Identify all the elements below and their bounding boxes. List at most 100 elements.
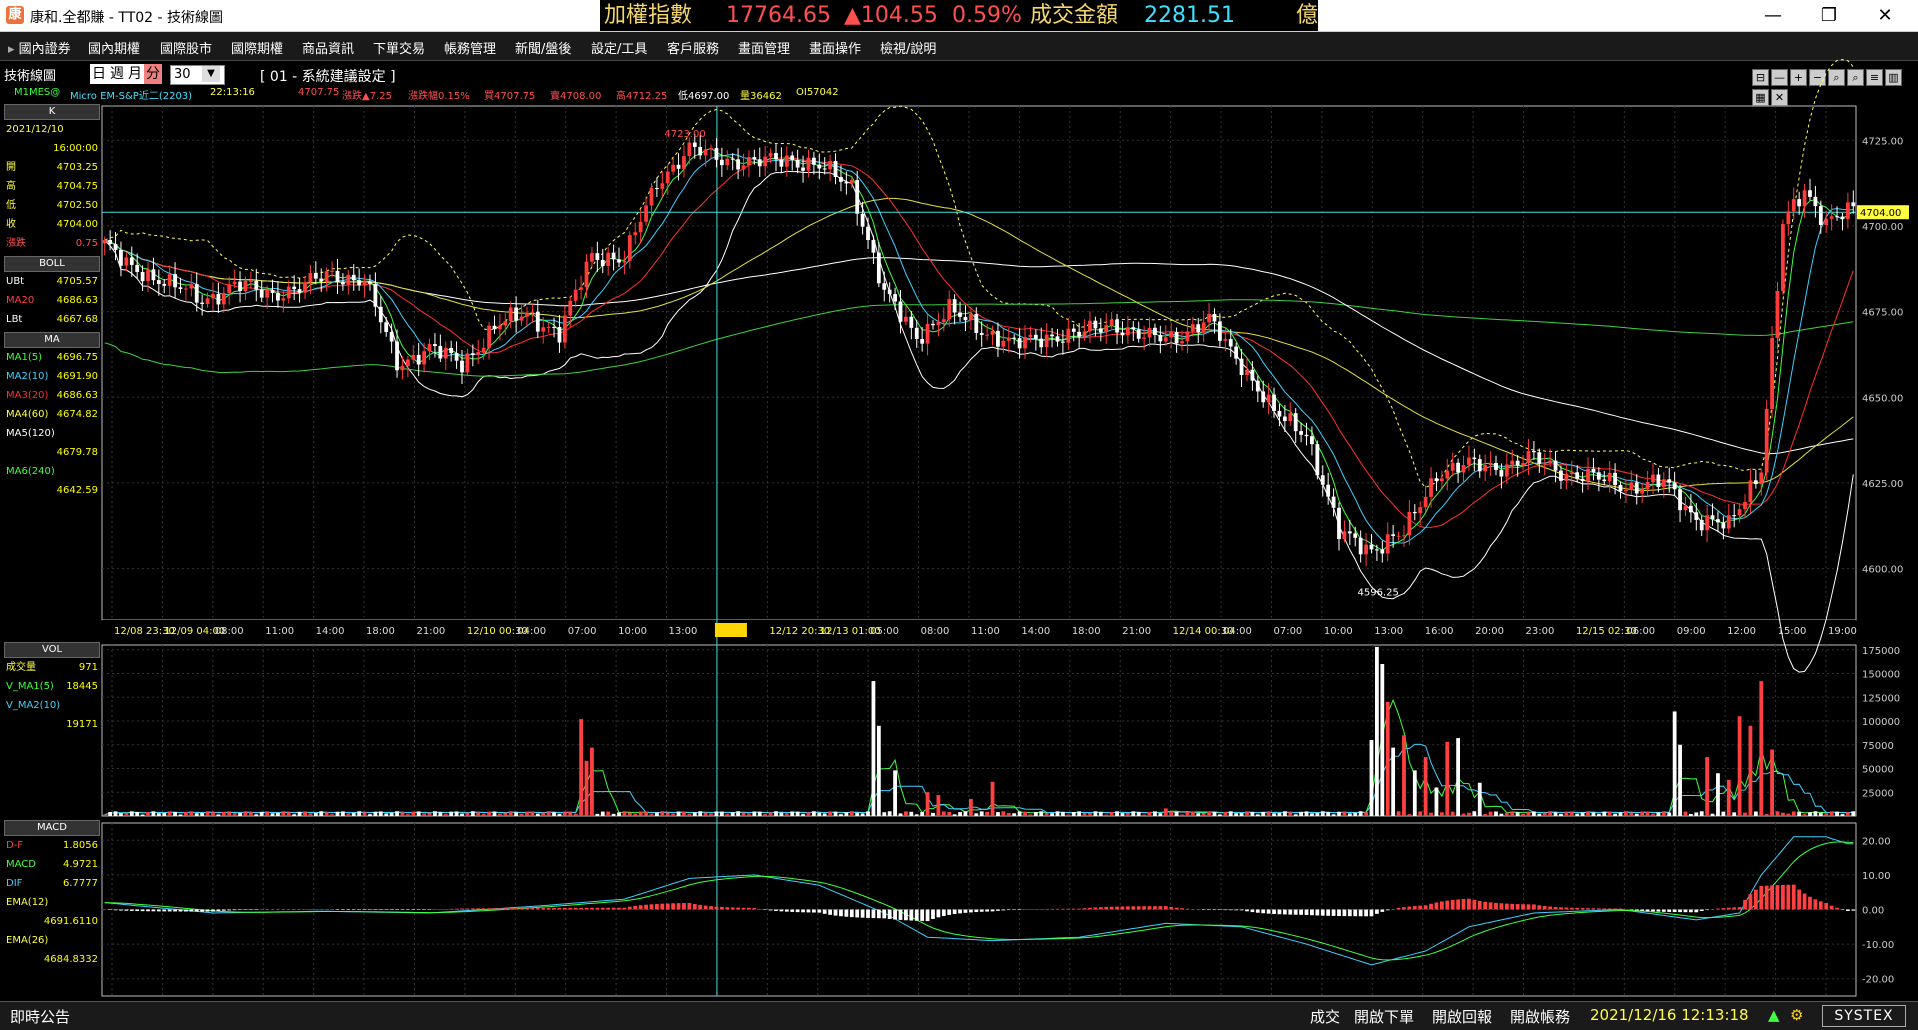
volume-bar [108,811,113,816]
macd-hist-bar [1028,909,1033,910]
volume-bar [644,811,648,816]
volume-bar [1125,813,1130,816]
macd-hist-bar [281,909,286,910]
macd-hist-bar [254,909,259,910]
macd-hist-bar [319,909,324,910]
candle-body [1266,394,1271,403]
candle-body [860,213,865,227]
candle-body [925,323,930,344]
volume-bar [227,811,232,816]
volume-bar [1602,811,1607,816]
macd-hist-bar [1829,905,1834,910]
candle-body [1851,202,1856,207]
volume-bar [492,811,497,816]
volume-bar [1672,711,1677,816]
macd-hist-bar [405,909,410,910]
candle-body [1282,416,1287,422]
macd-hist-bar [774,909,778,911]
candle-body [1012,337,1017,339]
volume-bar [460,813,464,816]
volume-bar [1185,811,1190,816]
volume-bar [178,814,183,816]
candle-body [1147,327,1152,338]
macd-hist-bar [1753,889,1758,910]
candle-body [1515,460,1520,466]
volume-bar [1153,811,1157,816]
volume-bar [346,813,351,816]
macd-hist-bar [1180,908,1184,910]
volume-bar [1445,741,1450,816]
volume-bar [774,811,778,816]
macd-hist-bar [1163,906,1168,910]
candle-body [1764,408,1769,473]
candle-body [752,157,757,160]
candle-body [1824,218,1829,225]
macd-hist-bar [259,909,264,910]
volume-bar [292,814,297,816]
candle-body [1845,202,1850,220]
macd-hist-bar [411,909,416,910]
macd-hist-bar [1770,885,1774,910]
candle-body [784,155,789,167]
volume-bar [1190,811,1195,816]
macd-hist-bar [839,909,843,917]
open-order-button[interactable]: 開啟下單 [1354,1006,1414,1027]
candle-body [167,274,172,286]
candle-body [1445,470,1450,479]
macd-hist-bar [714,906,719,910]
volume-bar [1212,812,1217,816]
candle-body [627,235,632,261]
technical-chart[interactable]: 4725.00 4700.00 4675.00 4650.00 4625.00 4600.… [0,0,1918,1000]
candle-body [519,316,524,321]
macd-hist-bar [389,909,394,910]
open-account-button[interactable]: 開啟帳務 [1510,1006,1570,1027]
candle-body [281,298,286,301]
candle-body [682,156,686,169]
volume-bar [1402,735,1406,816]
macd-hist-bar [1537,905,1542,910]
volume-bar [1082,813,1087,816]
macd-hist-bar [1131,906,1136,910]
settings-icon[interactable]: ⚙ [1790,1006,1803,1024]
trade-button[interactable]: 成交 [1310,1006,1340,1027]
macd-hist-bar [1185,908,1190,910]
pane-frame [101,105,1857,621]
candle-body [1337,507,1341,540]
macd-hist-bar [1234,909,1239,911]
open-report-button[interactable]: 開啟回報 [1432,1006,1492,1027]
candle-body [947,299,952,320]
macd-hist-bar [1732,907,1737,910]
volume-bar [330,814,334,816]
candle-body [914,327,919,339]
candle-body [1396,535,1401,537]
macd-hist-bar [1629,909,1634,910]
macd-hist-bar [1813,899,1818,910]
macd-tick-label: 20.00 [1862,836,1891,847]
macd-hist-bar [530,908,535,910]
candle-body [308,273,313,283]
candle-body [1781,224,1785,291]
macd-hist-bar [519,908,524,910]
volume-bar [357,811,362,816]
macd-hist-bar [1261,909,1266,914]
volume-bar [947,811,952,816]
macd-hist-bar [1634,909,1639,911]
macd-hist-bar [1705,909,1710,911]
macd-hist-bar [1190,909,1195,910]
macd-hist-bar [1255,909,1260,913]
candle-body [909,316,914,328]
volume-bar [1061,811,1065,816]
volume-bar [849,811,854,816]
volume-bar [682,811,686,816]
macd-hist-bar [368,909,372,910]
volume-bar [963,811,968,816]
volume-bar [876,725,881,816]
volume-bar [1255,814,1260,816]
volume-bar [1564,811,1569,816]
volume-bar [1315,812,1320,816]
macd-hist-bar [438,909,443,910]
ma120-line [104,239,1854,455]
notice-button[interactable]: 即時公告 [10,1006,70,1027]
candle-body [1791,199,1796,212]
volume-bar [1407,814,1412,816]
